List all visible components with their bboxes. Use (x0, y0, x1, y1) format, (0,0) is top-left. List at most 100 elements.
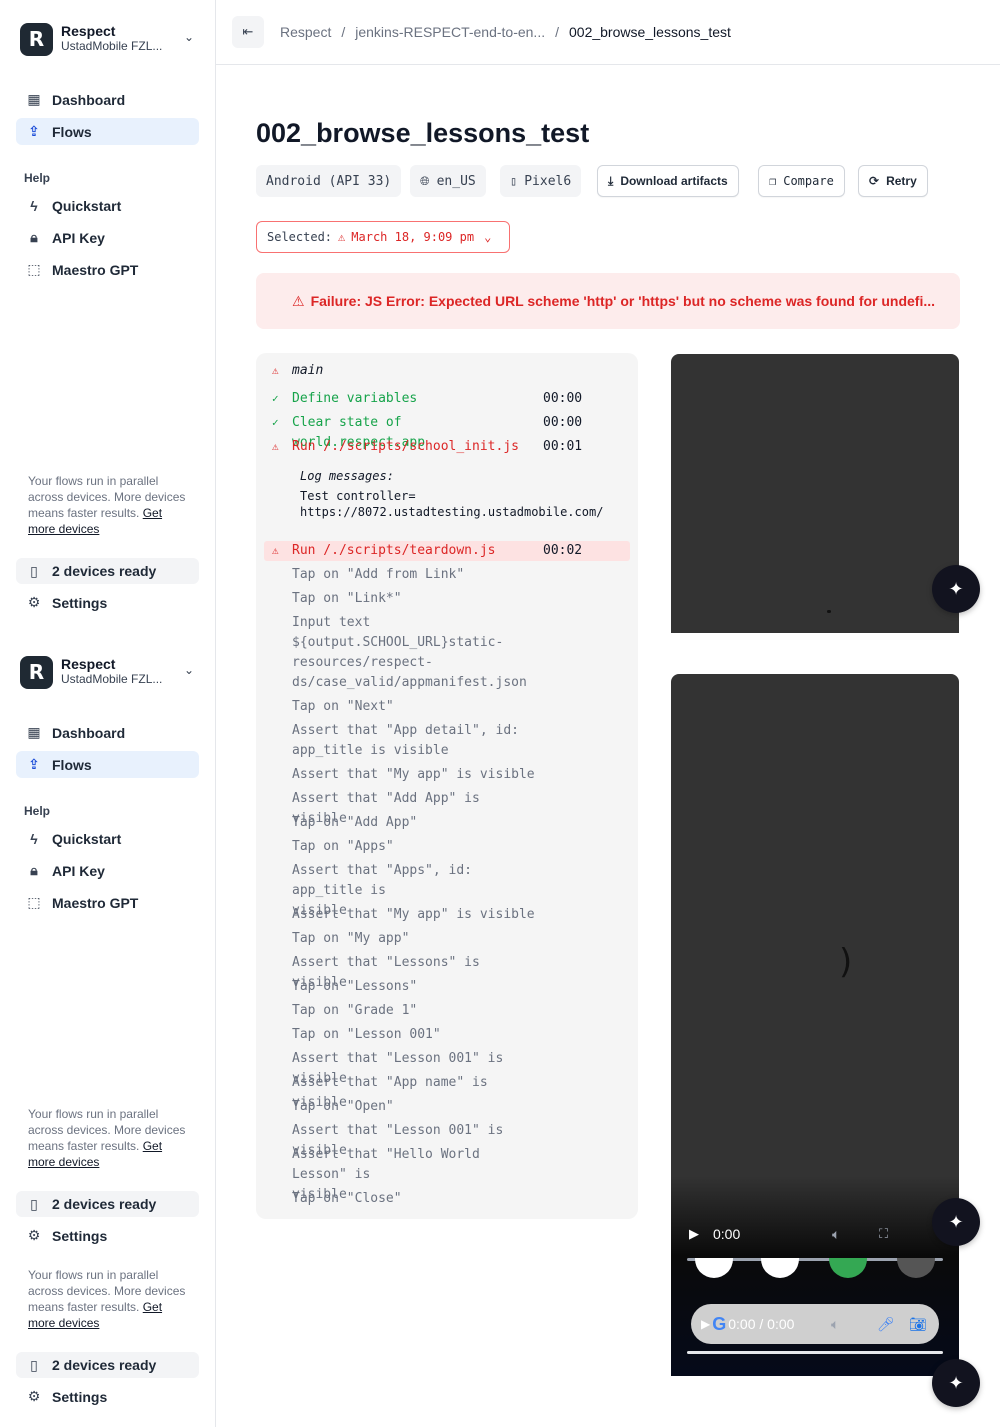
sidebar-item-quickstart[interactable]: ϟ Quickstart (16, 192, 199, 219)
device-os-chip: Android (API 33) (256, 165, 402, 197)
step-label: Input text ${output.SCHOOL_URL}static- r… (292, 615, 527, 690)
sidebar-item-label: Flows (52, 123, 92, 140)
phone-icon: ▯ (510, 174, 518, 188)
sidebar-item-label: Settings (52, 1388, 108, 1405)
sidebar-item-label: Dashboard (52, 91, 126, 108)
failure-message: Failure: JS Error: Expected URL scheme '… (310, 293, 936, 309)
step-label: Tap on "Close" (292, 1191, 402, 1206)
download-artifacts-button[interactable]: ⤓ Download artifacts (597, 165, 739, 197)
chat-sparkle-icon: ⬚ (27, 894, 41, 910)
microphone-icon: 🎤︎ (877, 1315, 895, 1332)
dashboard-icon: ▦ (27, 724, 41, 740)
sidebar-item-settings[interactable]: ⚙ Settings (16, 1383, 199, 1410)
step-label: Run /./scripts/teardown.js (292, 543, 496, 558)
video-progress-bar[interactable] (687, 1351, 943, 1354)
sidebar-item-maestro-gpt[interactable]: ⬚ Maestro GPT (16, 256, 199, 283)
step-label: Assert that "My app" is visible (292, 907, 535, 922)
devices-ready-status[interactable]: ▯ 2 devices ready (16, 1191, 199, 1217)
step-row-selected[interactable]: ⚠ Run /./scripts/teardown.js 00:02 (264, 541, 630, 561)
phone-icon: ▯ (30, 1356, 38, 1373)
step-label: Tap on "Link*" (292, 591, 402, 606)
devices-ready-label: 2 devices ready (52, 1196, 157, 1212)
step-label: Define variables (292, 391, 418, 406)
help-section-label: Help (24, 171, 51, 185)
help-section-label: Help (24, 804, 51, 818)
org-switcher[interactable]: R Respect UstadMobile FZL... ⌄ (20, 20, 200, 58)
warning-icon: ⚠ (272, 364, 279, 377)
chat-assistant-button[interactable]: ✦ (932, 1198, 980, 1246)
log-messages-text: Test controller= https://8072.ustadtesti… (300, 489, 604, 519)
gear-icon: ⚙ (27, 1388, 41, 1404)
sidebar-item-settings[interactable]: ⚙ Settings (16, 1222, 199, 1249)
devices-promo: Your flows run in parallel across device… (28, 473, 188, 537)
sidebar-item-flows[interactable]: ⇪ Flows (16, 751, 199, 778)
google-logo: G (712, 1313, 727, 1334)
chevron-down-icon: ⌄ (183, 30, 194, 44)
step-label: Tap on "Apps" (292, 839, 394, 854)
device-model-chip: ▯ Pixel6 (500, 165, 582, 197)
org-subtitle: UstadMobile FZL... (61, 39, 163, 53)
lightning-icon: ϟ (30, 197, 38, 214)
sidebar-item-quickstart[interactable]: ϟ Quickstart (16, 825, 199, 852)
org-name: Respect (61, 656, 116, 672)
log-messages-title: Log messages: (300, 469, 394, 483)
sidebar-item-label: API Key (52, 229, 105, 246)
sidebar-toggle-button[interactable]: ⇤ (232, 16, 264, 48)
chevron-down-icon: ⌄ (484, 230, 492, 244)
play-icon[interactable]: ▶ (701, 1317, 710, 1331)
dashboard-icon: ▦ (27, 91, 41, 107)
sidebar-item-api-key[interactable]: 🔒︎ API Key (16, 224, 199, 251)
step-label: Tap on "Open" (292, 1099, 394, 1114)
sidebar-item-dashboard[interactable]: ▦ Dashboard (16, 719, 199, 746)
breadcrumb-item-project[interactable]: Respect (280, 24, 331, 40)
step-label: Run /./scripts/school_init.js (292, 439, 519, 454)
chat-sparkle-icon: ✦ (948, 1372, 964, 1393)
sidebar-item-settings[interactable]: ⚙ Settings (16, 589, 199, 616)
run-selector[interactable]: Selected: ⚠ March 18, 9:09 pm ⌄ (256, 221, 510, 253)
volume-icon[interactable]: 🔈︎ (831, 1316, 839, 1333)
check-icon: ✓ (272, 392, 279, 405)
phone-icon: ▯ (30, 1195, 38, 1212)
sidebar-item-api-key[interactable]: 🔒︎ API Key (16, 857, 199, 884)
chat-sparkle-icon: ✦ (948, 1211, 964, 1232)
video-time: 0:00 (713, 1226, 741, 1242)
sidebar-item-label: Quickstart (52, 197, 122, 214)
step-label: Assert that "App detail", id: app_title … (292, 723, 519, 758)
chat-assistant-button[interactable]: ✦ (932, 565, 980, 613)
step-label: Assert that "My app" is visible (292, 767, 535, 782)
org-logo: R (20, 22, 53, 56)
retry-label: Retry (886, 174, 917, 188)
upload-icon: ⇪ (28, 756, 40, 772)
locale-chip: 🌐︎ en_US (410, 165, 486, 197)
app-icon (761, 1258, 799, 1278)
step-label: Tap on "Add App" (292, 815, 418, 830)
step-label: Tap on "Next" (292, 699, 394, 714)
flow-steps-panel: ⚠ main ✓ Define variables 00:00 ✓ Clear … (256, 353, 638, 1219)
sidebar-item-label: Dashboard (52, 724, 126, 741)
chat-assistant-button[interactable]: ✦ (932, 1359, 980, 1407)
compare-button[interactable]: ❐ Compare (758, 165, 845, 197)
page-title: 002_browse_lessons_test (256, 118, 590, 148)
selected-run-value: March 18, 9:09 pm (351, 230, 475, 244)
fullscreen-icon[interactable]: ⛶ (879, 1226, 888, 1242)
lock-icon: 🔒︎ (30, 229, 38, 245)
device-app-icons (691, 1258, 941, 1288)
sidebar-item-flows[interactable]: ⇪ Flows (16, 118, 199, 145)
org-switcher[interactable]: R Respect UstadMobile FZL... ⌄ (20, 653, 200, 691)
recording-video-player[interactable]: ) ▶ 0:00 🔈︎ ⛶ ▶ G 0:00 / 0:00 🔈︎ 🎤︎ 📷︎ (671, 674, 959, 1376)
play-icon[interactable]: ▶ (689, 1226, 699, 1242)
step-label: Tap on "My app" (292, 931, 410, 946)
breadcrumb-separator: / (341, 24, 346, 40)
devices-promo: Your flows run in parallel across device… (28, 1106, 188, 1170)
devices-ready-status[interactable]: ▯ 2 devices ready (16, 1352, 199, 1378)
devices-ready-status[interactable]: ▯ 2 devices ready (16, 558, 199, 584)
video-controls: ▶ 0:00 🔈︎ ⛶ (689, 1222, 949, 1246)
breadcrumb-item-upload[interactable]: jenkins-RESPECT-end-to-en... (355, 24, 545, 40)
sidebar-item-maestro-gpt[interactable]: ⬚ Maestro GPT (16, 889, 199, 916)
sidebar-item-dashboard[interactable]: ▦ Dashboard (16, 86, 199, 113)
volume-icon[interactable]: 🔈︎ (832, 1226, 840, 1243)
step-label: main (292, 363, 324, 378)
retry-button[interactable]: ⟳ Retry (858, 165, 928, 197)
copy-icon: ❐ (769, 174, 777, 188)
sidebar-item-label: Settings (52, 594, 108, 611)
